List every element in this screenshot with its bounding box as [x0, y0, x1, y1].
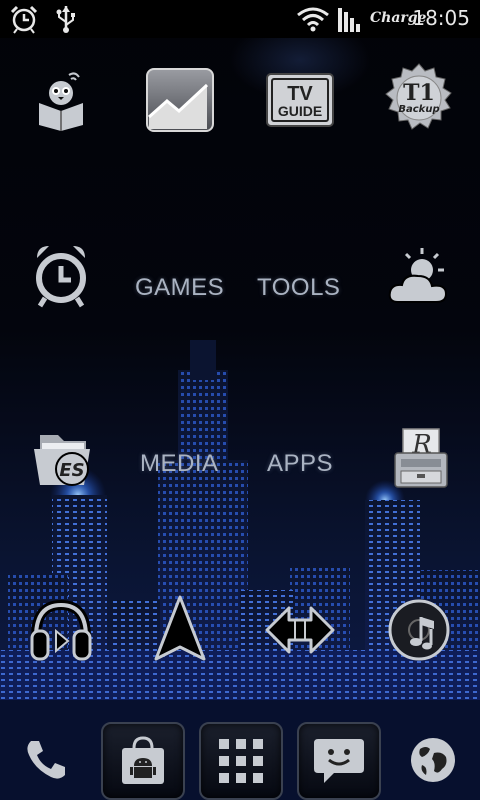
dock-app-drawer-button[interactable]: [199, 722, 283, 800]
navigation-app-shortcut[interactable]: [135, 590, 225, 670]
dock-browser-button[interactable]: [403, 730, 463, 790]
tv-guide-app-shortcut[interactable]: TV GUIDE: [255, 60, 345, 140]
navigation-arrow-icon: [154, 595, 206, 661]
music-disc-icon: [388, 599, 450, 661]
alarm-clock-icon: [36, 246, 86, 308]
es-file-explorer-icon: ES: [34, 435, 90, 486]
signal-icon: [338, 8, 360, 32]
svg-text:TV: TV: [287, 83, 313, 105]
svg-text:Backup: Backup: [398, 104, 439, 115]
reader-app-icon: [39, 72, 83, 131]
folder-tools-label[interactable]: TOOLS: [257, 274, 340, 302]
messaging-bubble-icon: [314, 739, 364, 783]
dock: [0, 715, 480, 800]
app-drawer-grid-icon: [219, 739, 263, 783]
music-app-shortcut[interactable]: [16, 590, 106, 670]
stocks-app-shortcut[interactable]: [135, 60, 225, 140]
status-bar[interactable]: Charge 18:05: [0, 0, 480, 38]
music-player-app-shortcut[interactable]: [374, 590, 464, 670]
home-screen: Charge 18:05 TV GUIDE T1 Backup GAMES TO…: [0, 0, 480, 800]
dock-messaging-button[interactable]: [297, 722, 381, 800]
folder-apps-label[interactable]: APPS: [267, 450, 333, 478]
weather-app-shortcut[interactable]: [374, 235, 464, 315]
es-file-explorer-shortcut[interactable]: ES: [18, 420, 108, 500]
weather-partly-cloudy-icon: [388, 248, 448, 303]
svg-text:GUIDE: GUIDE: [278, 103, 322, 119]
rom-manager-shortcut[interactable]: R: [376, 418, 466, 498]
phone-icon: [27, 741, 65, 779]
dock-phone-button[interactable]: [16, 730, 76, 790]
usb-icon: [56, 6, 75, 33]
browser-globe-icon: [411, 738, 455, 782]
folder-media-label[interactable]: MEDIA: [140, 450, 219, 478]
android-market-bag-icon: [122, 736, 164, 784]
status-clock: 18:05: [412, 6, 470, 30]
wifi-icon: [297, 7, 329, 32]
svg-text:T1: T1: [403, 80, 435, 106]
stocks-chart-app-icon: [146, 68, 214, 132]
alarm-clock-app-shortcut[interactable]: [16, 235, 106, 315]
headphones-icon: [30, 599, 92, 661]
directions-app-shortcut[interactable]: [255, 590, 345, 670]
es-logo-text: ES: [59, 460, 84, 481]
alarm-icon: [10, 5, 38, 34]
titanium-backup-app-icon: T1 Backup: [385, 63, 452, 130]
tv-guide-app-icon: TV GUIDE: [266, 73, 334, 127]
dock-market-button[interactable]: [101, 722, 185, 800]
reader-app-shortcut[interactable]: [16, 60, 106, 140]
directions-arrows-icon: [265, 606, 335, 654]
rom-manager-icon: R: [394, 428, 448, 488]
titanium-backup-app-shortcut[interactable]: T1 Backup: [374, 58, 464, 138]
folder-games-label[interactable]: GAMES: [135, 274, 224, 302]
